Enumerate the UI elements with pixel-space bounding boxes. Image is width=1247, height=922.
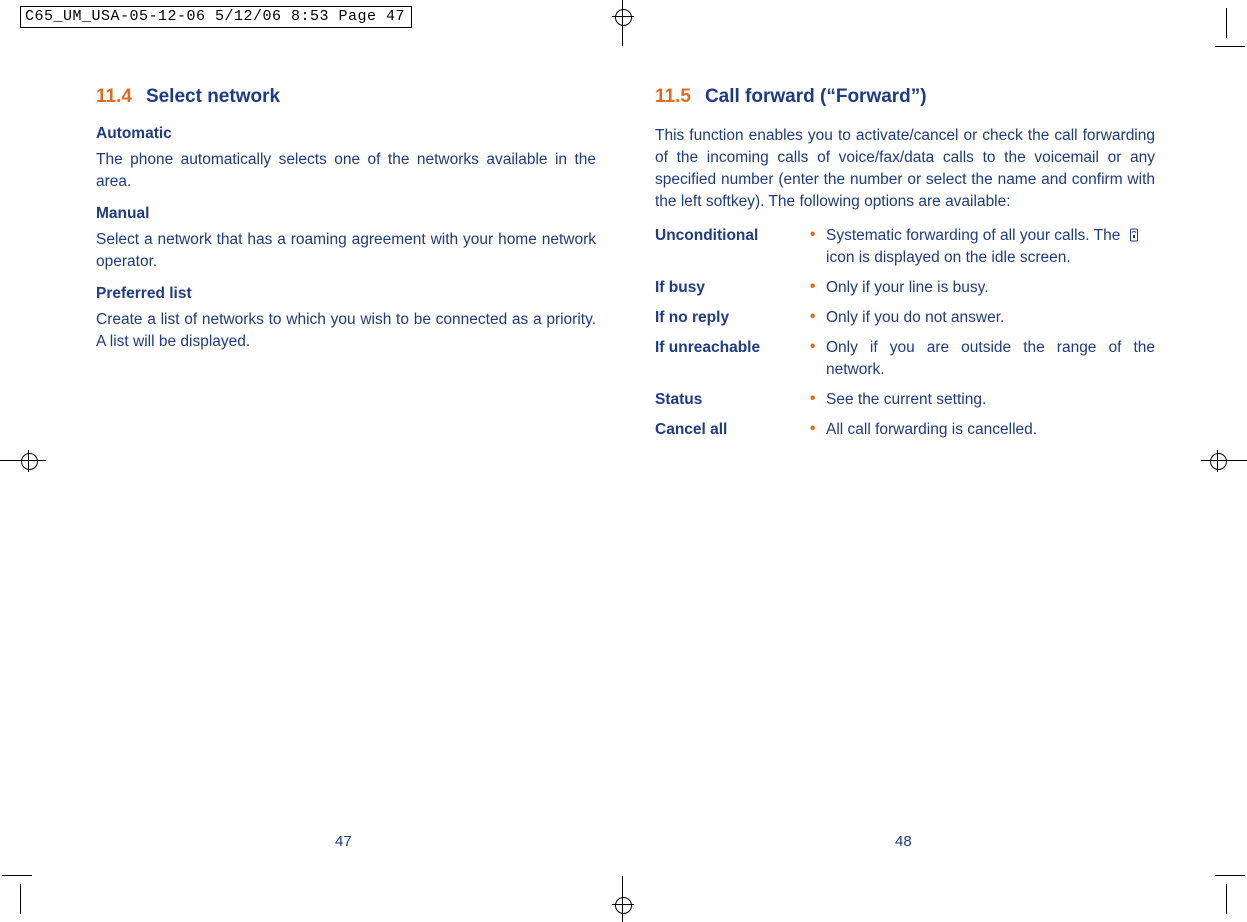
option-label: If no reply: [655, 307, 810, 329]
option-description: All call forwarding is cancelled.: [826, 419, 1155, 441]
option-row-if-unreachable: If unreachable • Only if you are outside…: [655, 337, 1155, 381]
crop-mark-icon: [20, 836, 60, 876]
page-left-column: 11.4 Select network Automatic The phone a…: [96, 86, 596, 365]
subheading-automatic: Automatic: [96, 125, 596, 143]
option-row-status: Status • See the current setting.: [655, 389, 1155, 411]
registration-mark-icon: [612, 876, 634, 922]
section-heading-11-5: 11.5 Call forward (“Forward”): [655, 86, 1155, 109]
registration-mark-icon: [1201, 450, 1247, 472]
option-label: Status: [655, 389, 810, 411]
section-title: Select network: [146, 86, 280, 107]
section-number: 11.5: [655, 86, 691, 107]
option-label: Cancel all: [655, 419, 810, 441]
option-row-unconditional: Unconditional • Systematic forwarding of…: [655, 225, 1155, 269]
option-label: If unreachable: [655, 337, 810, 359]
subheading-manual: Manual: [96, 205, 596, 223]
option-description: Only if you do not answer.: [826, 307, 1155, 329]
option-row-if-no-reply: If no reply • Only if you do not answer.: [655, 307, 1155, 329]
intro-paragraph: This function enables you to activate/ca…: [655, 125, 1155, 213]
option-label: Unconditional: [655, 225, 810, 247]
option-row-if-busy: If busy • Only if your line is busy.: [655, 277, 1155, 299]
option-description: Systematic forwarding of all your calls.…: [826, 225, 1155, 269]
paragraph: Create a list of networks to which you w…: [96, 309, 596, 353]
bullet-icon: •: [810, 307, 824, 327]
bullet-icon: •: [810, 225, 824, 245]
call-forward-icon: [1128, 228, 1140, 242]
option-row-cancel-all: Cancel all • All call forwarding is canc…: [655, 419, 1155, 441]
print-slug-text: C65_UM_USA-05-12-06 5/12/06 8:53 Page 47: [20, 6, 412, 28]
print-slug-bar: C65_UM_USA-05-12-06 5/12/06 8:53 Page 47: [20, 6, 412, 28]
crop-mark-icon: [1187, 46, 1227, 86]
subheading-preferred-list: Preferred list: [96, 285, 596, 303]
paragraph: The phone automatically selects one of t…: [96, 149, 596, 193]
bullet-icon: •: [810, 389, 824, 409]
paragraph: Select a network that has a roaming agre…: [96, 229, 596, 273]
bullet-icon: •: [810, 277, 824, 297]
registration-mark-icon: [0, 450, 46, 472]
option-description: Only if you are outside the range of the…: [826, 337, 1155, 381]
option-description: See the current setting.: [826, 389, 1155, 411]
option-label: If busy: [655, 277, 810, 299]
section-number: 11.4: [96, 86, 132, 107]
section-heading-11-4: 11.4 Select network: [96, 86, 596, 109]
section-title: Call forward (“Forward”): [705, 86, 927, 107]
crop-mark-icon: [1187, 836, 1227, 876]
page-number-right: 48: [895, 833, 912, 850]
bullet-icon: •: [810, 419, 824, 439]
page-right-column: 11.5 Call forward (“Forward”) This functi…: [655, 86, 1155, 449]
option-description: Only if your line is busy.: [826, 277, 1155, 299]
page-number-left: 47: [335, 833, 352, 850]
bullet-icon: •: [810, 337, 824, 357]
registration-mark-icon: [612, 0, 634, 46]
